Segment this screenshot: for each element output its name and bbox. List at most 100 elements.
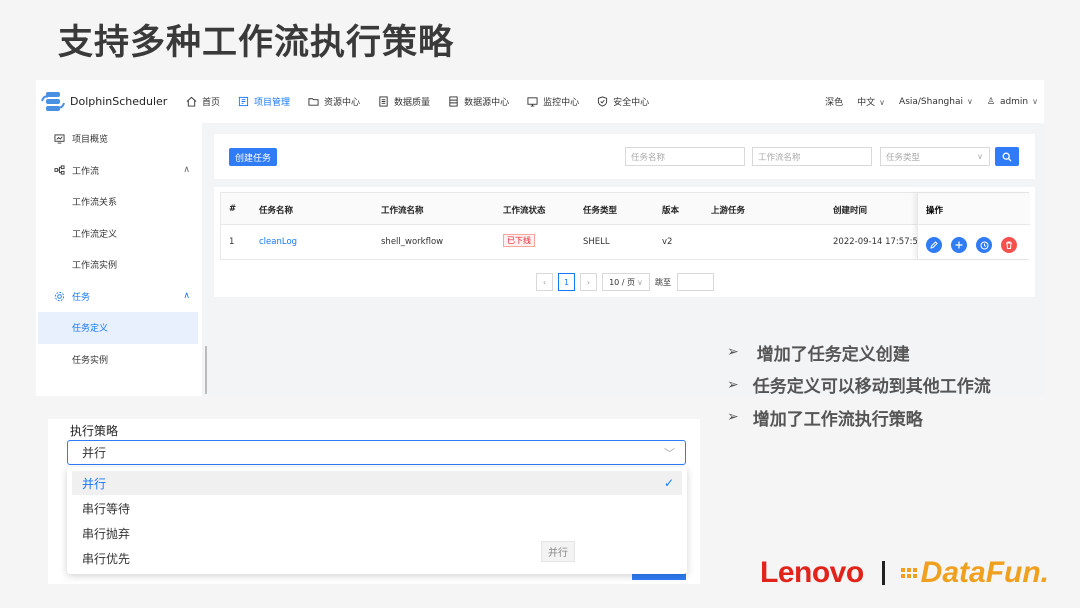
arrow-bullet-icon: ➢ bbox=[727, 344, 739, 361]
chevron-left-icon: ‹ bbox=[542, 277, 547, 287]
bullet-item: ➢ 任务定义可以移动到其他工作流 bbox=[727, 376, 991, 398]
sidebar-item-task-instance[interactable]: 任务实例 bbox=[36, 344, 202, 376]
folder-icon bbox=[308, 98, 319, 106]
chevron-down-icon: ﹀ bbox=[664, 446, 675, 460]
timezone-select[interactable]: Asia/Shanghai ∨ bbox=[899, 97, 973, 107]
page-size-select[interactable]: 10 / 页 ∨ bbox=[602, 273, 650, 291]
app-logo-text: DolphinScheduler bbox=[70, 95, 168, 108]
chevron-down-icon: ∨ bbox=[977, 152, 983, 161]
nav-project[interactable]: 项目管理 bbox=[238, 95, 290, 108]
sidebar-item-task-definition[interactable]: 任务定义 bbox=[38, 312, 198, 344]
next-page-button[interactable]: › bbox=[580, 273, 597, 291]
dolphin-logo-icon bbox=[41, 91, 65, 111]
sidebar-item-workflow-instance[interactable]: 工作流实例 bbox=[36, 249, 202, 281]
workflow-status-cell: 已下线 bbox=[503, 234, 535, 247]
column-header: 工作流状态 bbox=[503, 206, 546, 216]
nav-monitor[interactable]: 监控中心 bbox=[527, 95, 579, 108]
task-table: # 任务名称 工作流名称 工作流状态 任务类型 版本 上游任务 创建时间 1 c… bbox=[220, 192, 1030, 260]
app-logo[interactable]: DolphinScheduler bbox=[40, 91, 168, 113]
table-header: # 任务名称 工作流名称 工作流状态 任务类型 版本 上游任务 创建时间 bbox=[221, 193, 1028, 225]
version-button[interactable] bbox=[976, 237, 992, 253]
sidebar: 项目概览 工作流 ∧ 工作流关系 工作流定义 工作流实例 任务 ∧ 任务定义 任… bbox=[36, 123, 202, 396]
bullet-item: ➢ 增加了任务定义创建 bbox=[727, 344, 910, 365]
sidebar-item-task[interactable]: 任务 ∧ bbox=[36, 281, 202, 313]
move-button[interactable] bbox=[951, 237, 967, 253]
sidebar-item-workflow-definition[interactable]: 工作流定义 bbox=[36, 218, 202, 250]
task-name-link[interactable]: cleanLog bbox=[259, 237, 297, 247]
delete-icon bbox=[1006, 241, 1012, 249]
table-panel: # 任务名称 工作流名称 工作流状态 任务类型 版本 上游任务 创建时间 1 c… bbox=[214, 187, 1035, 297]
datasource-icon bbox=[449, 96, 458, 107]
language-select[interactable]: 中文 ∨ bbox=[857, 95, 885, 108]
column-header: 创建时间 bbox=[833, 206, 868, 216]
workflow-icon bbox=[54, 165, 65, 175]
arrow-bullet-icon: ➢ bbox=[727, 409, 739, 426]
monitor-icon bbox=[527, 97, 538, 107]
version-cell: v2 bbox=[662, 237, 673, 247]
search-icon bbox=[1002, 152, 1012, 161]
gear-icon bbox=[54, 291, 65, 301]
task-type-cell: SHELL bbox=[583, 237, 610, 247]
strategy-option-serial-priority[interactable]: 串行优先 bbox=[72, 546, 682, 570]
datafun-logo: DataFun. bbox=[900, 556, 1049, 590]
create-time-cell: 2022-09-14 17:57:5 bbox=[833, 237, 917, 247]
column-header: 操作 bbox=[918, 193, 1030, 225]
strategy-option-serial-wait[interactable]: 串行等待 bbox=[72, 496, 682, 520]
strategy-option-parallel[interactable]: 并行 ✓ bbox=[72, 471, 682, 495]
jump-label: 跳至 bbox=[655, 278, 671, 287]
nav-security[interactable]: 安全中心 bbox=[597, 95, 649, 108]
task-type-select[interactable]: 任务类型 ∨ bbox=[880, 147, 990, 166]
chevron-down-icon: ∨ bbox=[967, 96, 973, 106]
chevron-down-icon: ∨ bbox=[1032, 96, 1038, 106]
edit-icon bbox=[930, 241, 938, 249]
data-quality-icon bbox=[379, 96, 388, 107]
task-name-input[interactable]: 任务名称 bbox=[625, 147, 745, 166]
home-icon bbox=[186, 96, 197, 107]
sidebar-item-workflow-relation[interactable]: 工作流关系 bbox=[36, 186, 202, 218]
filter-panel: 创建任务 任务名称 工作流名称 任务类型 ∨ bbox=[214, 134, 1035, 179]
column-header: 工作流名称 bbox=[381, 206, 424, 216]
chevron-up-icon: ∧ bbox=[183, 291, 190, 302]
user-icon: ♙ bbox=[986, 96, 995, 107]
move-icon bbox=[955, 241, 963, 249]
sidebar-scrollbar[interactable] bbox=[205, 346, 207, 394]
search-button[interactable] bbox=[995, 147, 1019, 166]
top-right-controls: 深色 中文 ∨ Asia/Shanghai ∨ ♙ admin ∨ bbox=[825, 95, 1038, 109]
theme-toggle[interactable]: 深色 bbox=[825, 95, 843, 108]
row-index: 1 bbox=[229, 237, 235, 247]
bullet-list: ➢ 增加了任务定义创建 ➢ 任务定义可以移动到其他工作流 ➢ 增加了工作流执行策略 bbox=[727, 336, 991, 434]
column-header: # bbox=[229, 204, 237, 214]
column-header: 上游任务 bbox=[711, 206, 746, 216]
edit-button[interactable] bbox=[926, 237, 942, 253]
column-header: 版本 bbox=[662, 206, 680, 216]
bullet-item: ➢ 增加了工作流执行策略 bbox=[727, 409, 923, 430]
check-icon: ✓ bbox=[663, 476, 674, 490]
nav-resource[interactable]: 资源中心 bbox=[308, 95, 360, 108]
prev-page-button[interactable]: ‹ bbox=[536, 273, 553, 291]
user-menu[interactable]: ♙ admin ∨ bbox=[987, 97, 1038, 107]
workflow-name-input[interactable]: 工作流名称 bbox=[752, 147, 872, 166]
column-header: 任务名称 bbox=[259, 206, 294, 216]
strategy-option-serial-discard[interactable]: 串行抛弃 bbox=[72, 521, 682, 545]
lenovo-logo: Lenovo bbox=[760, 556, 864, 589]
strategy-label: 执行策略 bbox=[70, 424, 119, 438]
project-icon bbox=[238, 96, 249, 107]
datafun-dots-icon bbox=[900, 568, 917, 578]
delete-button[interactable] bbox=[1001, 237, 1017, 253]
clock-icon bbox=[980, 241, 988, 249]
sidebar-item-project-overview[interactable]: 项目概览 bbox=[36, 123, 202, 155]
nav-home[interactable]: 首页 bbox=[186, 95, 220, 108]
page-number[interactable]: 1 bbox=[558, 273, 575, 291]
shield-icon bbox=[598, 96, 608, 107]
strategy-dropdown: 并行 ✓ 串行等待 串行抛弃 串行优先 bbox=[67, 467, 687, 574]
nav-datasource[interactable]: 数据源中心 bbox=[448, 95, 509, 108]
brand-divider bbox=[881, 561, 885, 585]
arrow-bullet-icon: ➢ bbox=[727, 376, 739, 393]
strategy-select[interactable]: 并行 ﹀ bbox=[67, 440, 686, 465]
sidebar-item-workflow[interactable]: 工作流 ∧ bbox=[36, 155, 202, 187]
jump-input[interactable] bbox=[677, 273, 714, 291]
nav-data-quality[interactable]: 数据质量 bbox=[378, 95, 430, 108]
create-task-button[interactable]: 创建任务 bbox=[229, 148, 278, 166]
chevron-down-icon: ∨ bbox=[637, 277, 643, 287]
chevron-down-icon: ∨ bbox=[879, 98, 886, 107]
